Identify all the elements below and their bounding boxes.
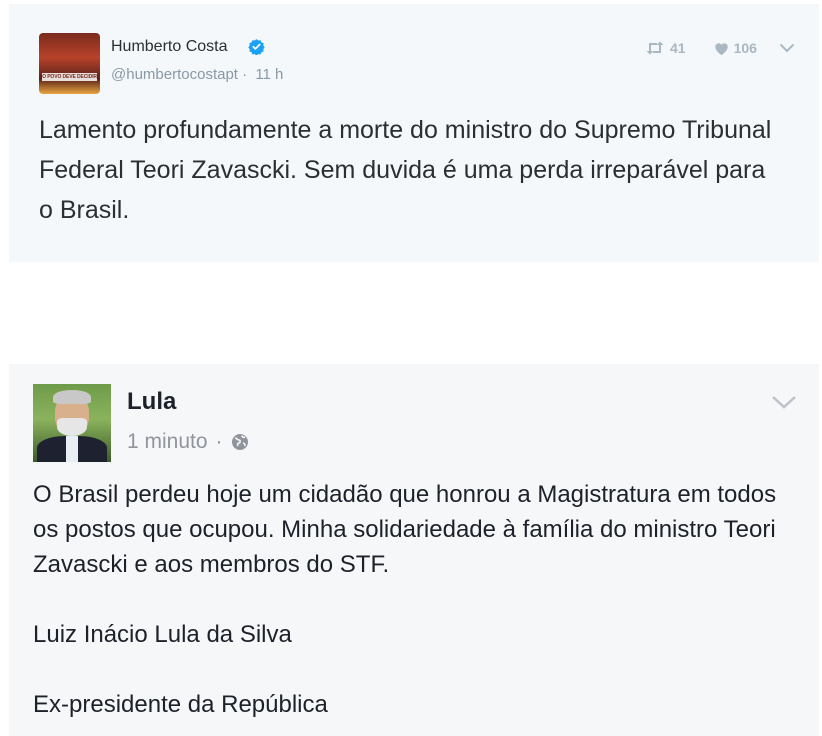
post-timestamp[interactable]: 1 minuto <box>127 430 208 454</box>
avatar-beard-shape <box>57 418 87 436</box>
chevron-down-icon[interactable] <box>771 392 797 412</box>
author-avatar[interactable] <box>33 384 111 462</box>
chevron-down-icon[interactable] <box>779 43 795 53</box>
tweet-actions: 41 106 <box>645 40 800 56</box>
separator-dot: · <box>215 430 223 453</box>
retweet-count: 41 <box>670 40 686 56</box>
avatar-hair-shape <box>53 390 91 404</box>
avatar-banner: O POVO DEVE DECIDIR <box>42 73 97 81</box>
like-button[interactable]: 106 <box>714 40 757 56</box>
tweet-timestamp[interactable]: 11 h <box>255 66 283 83</box>
tweet-text: Lamento profundamente a morte do ministr… <box>39 116 772 224</box>
post-paragraph: O Brasil perdeu hoje um cidadão que honr… <box>33 481 777 578</box>
author-name[interactable]: Lula <box>127 388 176 416</box>
facebook-post-card: Lula 1 minuto · O Brasil perdeu hoje um … <box>9 364 819 736</box>
author-handle[interactable]: @humbertocostapt <box>111 66 238 83</box>
retweet-button[interactable]: 41 <box>645 40 686 56</box>
post-meta: 1 minuto · <box>127 430 249 454</box>
like-count: 106 <box>733 40 757 56</box>
handle-line: @humbertocostapt · 11 h <box>111 66 283 83</box>
post-signature: Luiz Inácio Lula da Silva <box>33 621 292 648</box>
author-avatar[interactable]: O POVO DEVE DECIDIR <box>39 33 100 94</box>
separator-dot: · <box>242 66 248 83</box>
tweet-card: O POVO DEVE DECIDIR Humberto Costa @humb… <box>9 4 819 262</box>
avatar-shirt-shape <box>66 436 78 462</box>
avatar-banner-text: O POVO DEVE DECIDIR <box>42 74 97 80</box>
verified-badge-icon <box>248 39 265 55</box>
globe-icon[interactable] <box>231 433 249 451</box>
retweet-icon <box>646 41 664 55</box>
post-title-line: Ex-presidente da República <box>33 691 328 718</box>
author-name[interactable]: Humberto Costa <box>111 38 228 56</box>
heart-icon <box>714 42 728 55</box>
